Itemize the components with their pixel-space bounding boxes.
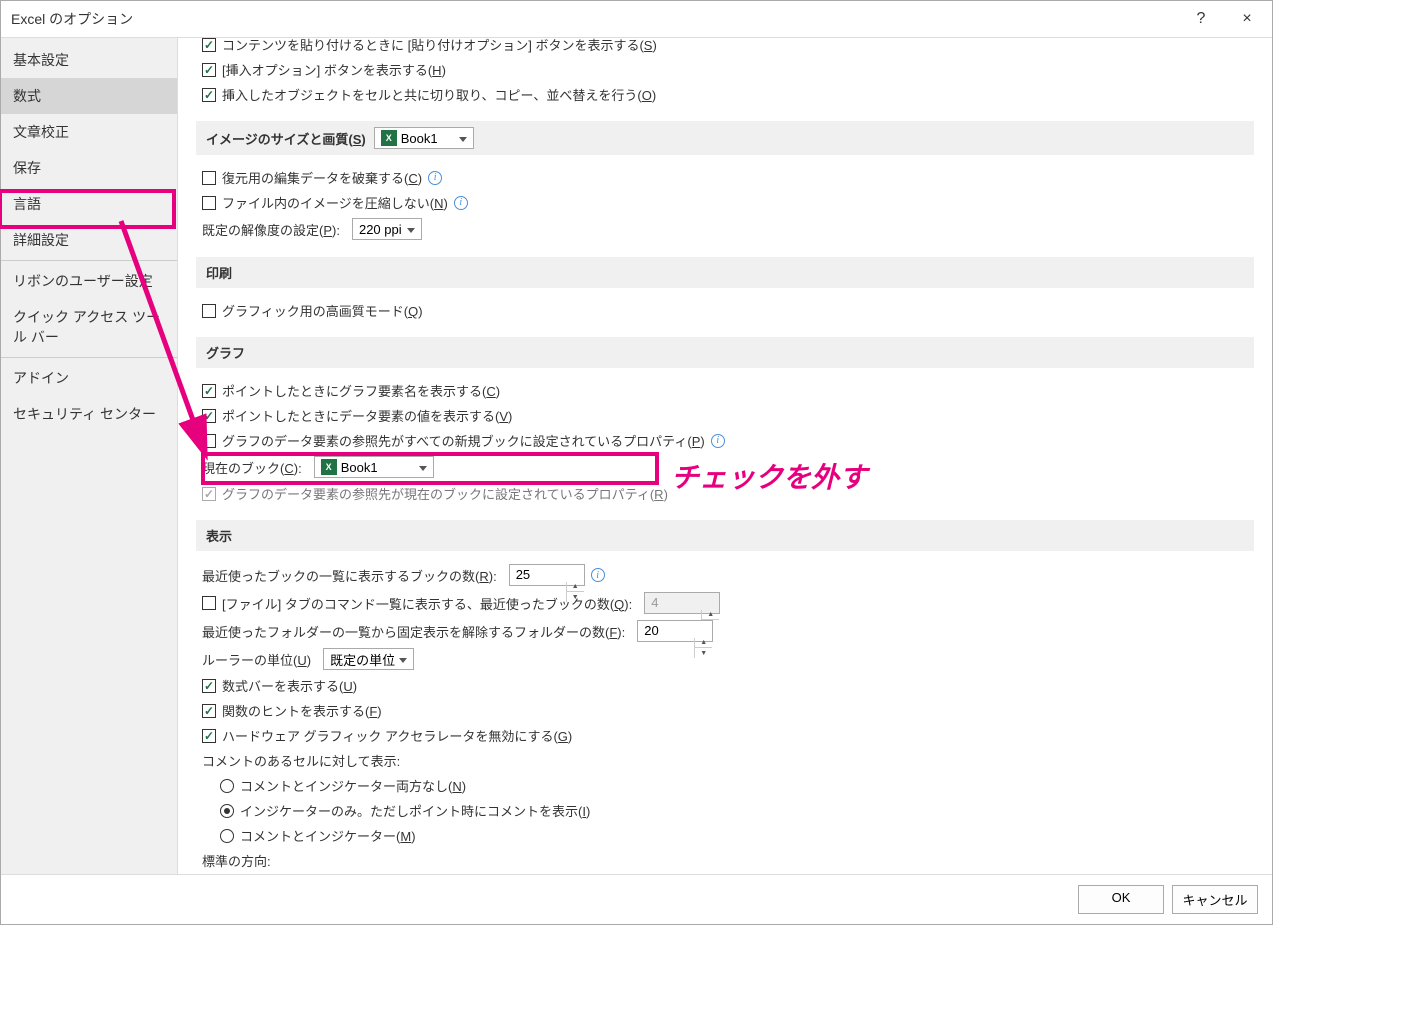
filetab-recent-spinner: 4▲▼ — [644, 592, 720, 614]
sidebar-item-ribbon[interactable]: リボンのユーザー設定 — [1, 263, 177, 299]
ok-button[interactable]: OK — [1078, 885, 1164, 914]
chart-curbook-checkbox[interactable] — [202, 487, 216, 501]
comment-display-heading: コメントのあるセルに対して表示: — [202, 751, 400, 770]
spin-up-icon: ▲ — [701, 610, 719, 620]
annotation-text: チェックを外す — [671, 456, 867, 496]
sidebar-item-save[interactable]: 保存 — [1, 150, 177, 186]
sidebar-item-general[interactable]: 基本設定 — [1, 42, 177, 78]
direction-heading: 標準の方向: — [202, 851, 271, 870]
print-hq-checkbox[interactable] — [202, 304, 216, 318]
comment-both-label: コメントとインジケーター(M) — [240, 826, 416, 845]
print-hq-label: グラフィック用の高画質モード(Q) — [222, 301, 423, 320]
info-icon[interactable]: i — [454, 196, 468, 210]
close-button[interactable]: × — [1224, 3, 1270, 35]
comment-both-radio[interactable] — [220, 829, 234, 843]
chart-val-label: ポイントしたときにデータ要素の値を表示する(V) — [222, 406, 512, 425]
formula-bar-label: 数式バーを表示する(U) — [222, 676, 357, 695]
cancel-button[interactable]: キャンセル — [1172, 885, 1258, 914]
image-book-combo[interactable]: X Book1 — [374, 127, 474, 149]
unpin-folders-label: 最近使ったフォルダーの一覧から固定表示を解除するフォルダーの数(F): — [202, 622, 625, 641]
section-image-header: イメージのサイズと画質(S) X Book1 — [196, 121, 1254, 155]
sidebar-item-qat[interactable]: クイック アクセス ツール バー — [1, 299, 177, 355]
ruler-unit-label: ルーラーの単位(U) — [202, 650, 311, 669]
spin-up-icon[interactable]: ▲ — [566, 582, 584, 592]
cut-objects-checkbox[interactable] — [202, 88, 216, 102]
recent-books-spinner[interactable]: 25▲▼ — [509, 564, 585, 586]
chart-allbooks-checkbox[interactable] — [202, 434, 216, 448]
func-hint-label: 関数のヒントを表示する(F) — [222, 701, 382, 720]
info-icon[interactable]: i — [428, 171, 442, 185]
section-display-header: 表示 — [196, 520, 1254, 551]
sidebar-item-addins[interactable]: アドイン — [1, 360, 177, 396]
hw-accel-label: ハードウェア グラフィック アクセラレータを無効にする(G) — [222, 726, 572, 745]
insert-options-checkbox[interactable] — [202, 63, 216, 77]
no-compress-checkbox[interactable] — [202, 196, 216, 210]
hw-accel-checkbox[interactable] — [202, 729, 216, 743]
unpin-folders-spinner[interactable]: 20▲▼ — [637, 620, 713, 642]
func-hint-checkbox[interactable] — [202, 704, 216, 718]
dialog-body: 基本設定 数式 文章校正 保存 言語 詳細設定 リボンのユーザー設定 クイック … — [1, 37, 1272, 874]
sidebar-item-proofing[interactable]: 文章校正 — [1, 114, 177, 150]
insert-options-label: [挿入オプション] ボタンを表示する(H) — [222, 60, 446, 79]
excel-icon: X — [321, 459, 337, 475]
section-print-header: 印刷 — [196, 257, 1254, 288]
no-compress-label: ファイル内のイメージを圧縮しない(N) — [222, 193, 448, 212]
chart-curbook-label: グラフのデータ要素の参照先が現在のブックに設定されているプロパティ(R) — [222, 484, 668, 503]
excel-options-window: Excel のオプション ? × 基本設定 数式 文章校正 保存 言語 詳細設定… — [0, 0, 1273, 925]
comment-none-label: コメントとインジケーター両方なし(N) — [240, 776, 466, 795]
sidebar-item-formulas[interactable]: 数式 — [1, 78, 177, 114]
section-image-title: イメージのサイズと画質(S) — [206, 129, 366, 148]
chart-val-checkbox[interactable] — [202, 409, 216, 423]
cut-objects-label: 挿入したオブジェクトをセルと共に切り取り、コピー、並べ替えを行う(O) — [222, 85, 656, 104]
spin-down-icon[interactable]: ▼ — [566, 592, 584, 602]
dpi-label: 既定の解像度の設定(P): — [202, 220, 340, 239]
sidebar-item-language[interactable]: 言語 — [1, 186, 177, 222]
sidebar-item-trust[interactable]: セキュリティ センター — [1, 396, 177, 432]
window-title: Excel のオプション — [11, 9, 1178, 29]
current-book-label: 現在のブック(C): — [202, 458, 302, 477]
chart-elem-label: ポイントしたときにグラフ要素名を表示する(C) — [222, 381, 500, 400]
sidebar-separator — [1, 357, 177, 358]
comment-none-radio[interactable] — [220, 779, 234, 793]
dialog-footer: OK キャンセル — [1, 874, 1272, 924]
sidebar-separator — [1, 260, 177, 261]
spin-up-icon[interactable]: ▲ — [694, 638, 712, 648]
comment-indicator-radio[interactable] — [220, 804, 234, 818]
chart-allbooks-label: グラフのデータ要素の参照先がすべての新規ブックに設定されているプロパティ(P) — [222, 431, 705, 450]
section-chart-header: グラフ — [196, 337, 1254, 368]
ruler-unit-combo[interactable]: 既定の単位 — [323, 648, 414, 670]
spin-down-icon[interactable]: ▼ — [694, 648, 712, 658]
chart-elem-checkbox[interactable] — [202, 384, 216, 398]
info-icon[interactable]: i — [591, 568, 605, 582]
recent-books-label: 最近使ったブックの一覧に表示するブックの数(R): — [202, 566, 497, 585]
sidebar-item-advanced[interactable]: 詳細設定 — [1, 222, 177, 258]
formula-bar-checkbox[interactable] — [202, 679, 216, 693]
comment-indicator-label: インジケーターのみ。ただしポイント時にコメントを表示(I) — [240, 801, 590, 820]
image-book-value: Book1 — [401, 131, 438, 146]
discard-edit-checkbox[interactable] — [202, 171, 216, 185]
titlebar: Excel のオプション ? × — [1, 1, 1272, 37]
help-button[interactable]: ? — [1178, 3, 1224, 35]
discard-edit-label: 復元用の編集データを破棄する(C) — [222, 168, 422, 187]
filetab-recent-checkbox[interactable] — [202, 596, 216, 610]
info-icon[interactable]: i — [711, 434, 725, 448]
paste-options-checkbox[interactable] — [202, 38, 216, 52]
excel-icon: X — [381, 130, 397, 146]
category-sidebar: 基本設定 数式 文章校正 保存 言語 詳細設定 リボンのユーザー設定 クイック … — [1, 38, 178, 874]
paste-options-label: コンテンツを貼り付けるときに [貼り付けオプション] ボタンを表示する(S) — [222, 38, 657, 54]
dpi-combo[interactable]: 220 ppi — [352, 218, 422, 240]
current-book-combo[interactable]: X Book1 — [314, 456, 434, 478]
